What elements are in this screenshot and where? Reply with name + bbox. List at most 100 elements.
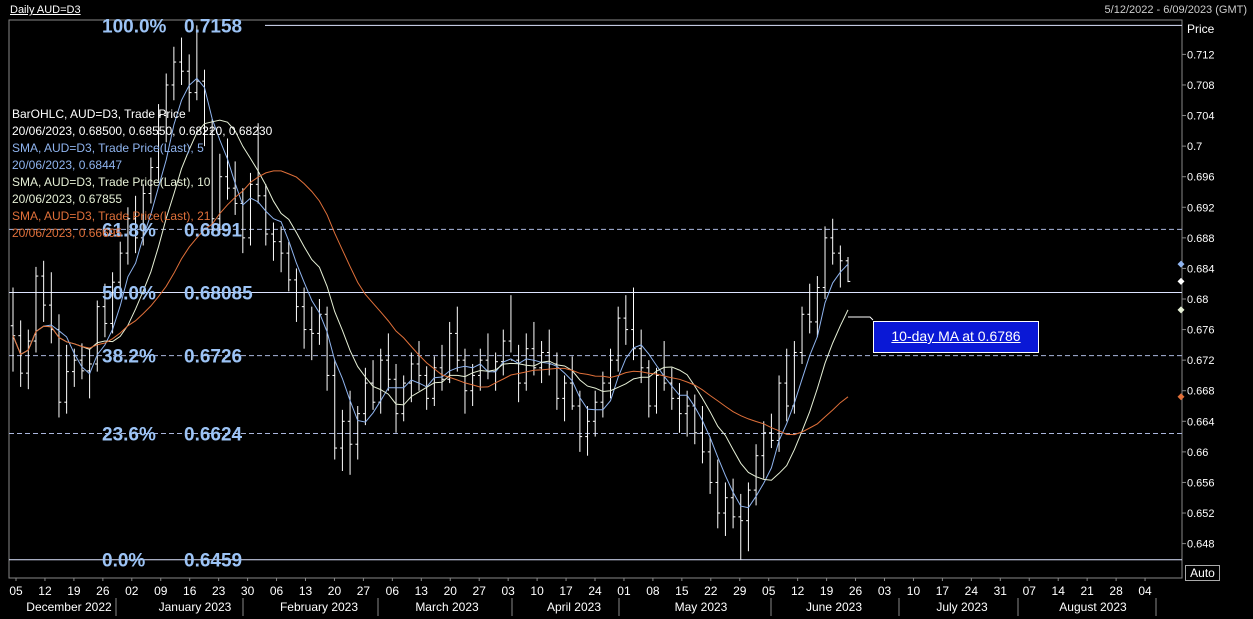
ohlc-bar xyxy=(477,348,483,391)
price-chart[interactable]: 100.0% 0.715861.8% 0.689150.0% 0.6808538.2%… xyxy=(0,0,1253,619)
x-day-label: 03 xyxy=(878,584,892,598)
ohlc-bar xyxy=(646,360,652,418)
ohlc-bar xyxy=(26,329,31,390)
ohlc-bar xyxy=(41,260,46,322)
x-day-label: 27 xyxy=(473,584,487,598)
y-tick-label: 0.712 xyxy=(1187,49,1215,61)
auto-scale-button[interactable]: Auto xyxy=(1185,565,1220,581)
x-day-label: 05 xyxy=(9,584,23,598)
x-day-label: 07 xyxy=(1023,584,1037,598)
x-day-label: 16 xyxy=(183,584,197,598)
ohlc-bar xyxy=(309,306,315,361)
x-day-label: 02 xyxy=(125,584,139,598)
ohlc-bar xyxy=(225,138,230,200)
fib-value-label: 0.6891 xyxy=(184,220,243,241)
fib-pct-label: 100.0% xyxy=(102,16,167,37)
ohlc-bar xyxy=(278,226,284,273)
y-tick-label: 0.704 xyxy=(1187,111,1215,123)
ohlc-bar xyxy=(317,299,322,345)
ohlc-bar xyxy=(263,184,269,246)
ohlc-bar xyxy=(531,321,537,376)
legend-line: SMA, AUD=D3, Trade Price(Last), 5 xyxy=(12,141,204,155)
x-month-label: January 2023 xyxy=(159,600,232,614)
ohlc-bar xyxy=(592,390,598,437)
ohlc-bar xyxy=(554,352,560,410)
y-tick-label: 0.68 xyxy=(1187,294,1208,306)
ohlc-bar xyxy=(585,406,590,456)
ohlc-bar xyxy=(677,383,682,433)
ohlc-bar xyxy=(386,333,391,391)
legend-line: SMA, AUD=D3, Trade Price(Last), 10 xyxy=(12,175,211,189)
ohlc-bar xyxy=(700,406,705,464)
x-day-label: 28 xyxy=(1109,584,1123,598)
ohlc-bar xyxy=(830,218,835,265)
x-day-label: 30 xyxy=(241,584,255,598)
y-axis-label: Price xyxy=(1187,22,1215,36)
ohlc-bar xyxy=(324,306,330,391)
ohlc-bar xyxy=(631,287,636,361)
ohlc-bar xyxy=(715,459,721,529)
ohlc-bar xyxy=(286,241,292,292)
sma-5-marker xyxy=(1177,260,1185,268)
x-day-label: 31 xyxy=(994,584,1008,598)
x-day-label: 06 xyxy=(270,584,284,598)
x-day-label: 21 xyxy=(1080,584,1094,598)
x-day-label: 26 xyxy=(96,584,110,598)
ohlc-bar xyxy=(401,375,406,422)
x-month-label: June 2023 xyxy=(806,600,862,614)
ohlc-bar xyxy=(822,226,828,299)
y-tick-label: 0.656 xyxy=(1187,478,1215,490)
x-day-label: 24 xyxy=(588,584,602,598)
x-month-label: July 2023 xyxy=(936,600,988,614)
ohlc-bar xyxy=(730,478,736,529)
ohlc-bar xyxy=(10,287,16,372)
x-day-label: 05 xyxy=(762,584,776,598)
chart-window: Daily AUD=D3 5/12/2022 - 6/09/2023 (GMT)… xyxy=(0,0,1253,619)
ohlc-bar xyxy=(562,375,567,422)
x-day-label: 20 xyxy=(444,584,458,598)
x-axis: 05 12 19 26 02 09 16 23 30 06 13 20 27 06 13 20 27 03 10 17… xyxy=(9,578,1157,616)
ohlc-bar xyxy=(94,300,100,372)
x-day-label: 20 xyxy=(328,584,342,598)
y-tick-label: 0.652 xyxy=(1187,508,1215,520)
ohlc-bar xyxy=(707,436,713,494)
x-day-label: 19 xyxy=(820,584,834,598)
y-tick-label: 0.708 xyxy=(1187,80,1215,92)
ohlc-bar xyxy=(186,54,192,112)
legend-line: SMA, AUD=D3, Trade Price(Last), 21 xyxy=(12,209,211,223)
x-day-label: 15 xyxy=(675,584,689,598)
fib-value-label: 0.7158 xyxy=(184,16,242,37)
y-tick-label: 0.66 xyxy=(1187,447,1208,459)
ohlc-bar xyxy=(500,329,506,376)
ohlc-bar xyxy=(462,348,468,414)
ohlc-bar xyxy=(347,390,353,475)
ohlc-bar xyxy=(485,333,491,380)
x-day-label: 12 xyxy=(38,584,52,598)
x-month-label: March 2023 xyxy=(415,600,479,614)
x-day-label: 09 xyxy=(154,584,168,598)
annotation-leader-line xyxy=(848,316,874,321)
ohlc-bar xyxy=(271,222,276,261)
ohlc-bar xyxy=(669,367,675,410)
fib-value-label: 0.68085 xyxy=(184,284,253,305)
fib-pct-label: 0.0% xyxy=(102,551,145,572)
legend-line: 20/06/2023, 0.66695 xyxy=(12,226,122,240)
ohlc-bar xyxy=(33,266,39,353)
x-day-label: 27 xyxy=(357,584,371,598)
ohlc-bar xyxy=(79,343,85,380)
sma-21-marker xyxy=(1177,393,1185,401)
ohlc-bar xyxy=(301,287,307,349)
x-day-label: 23 xyxy=(212,584,226,598)
x-day-label: 13 xyxy=(299,584,313,598)
x-month-label: December 2022 xyxy=(26,600,112,614)
ohlc-bar xyxy=(340,409,345,471)
fib-value-label: 0.6459 xyxy=(184,551,242,572)
ohlc-bar xyxy=(761,421,767,479)
ohlc-bar xyxy=(294,268,299,322)
y-tick-label: 0.664 xyxy=(1187,416,1215,428)
ohlc-bar xyxy=(600,371,606,418)
fibonacci-labels: 100.0% 0.715861.8% 0.689150.0% 0.6808538.2%… xyxy=(102,16,253,571)
ohlc-bar xyxy=(393,363,399,433)
fib-pct-label: 50.0% xyxy=(102,284,156,305)
y-axis: Price 0.712 0.708 0.704 0.7 0.696 0.692 0.688 0… xyxy=(1182,22,1215,551)
